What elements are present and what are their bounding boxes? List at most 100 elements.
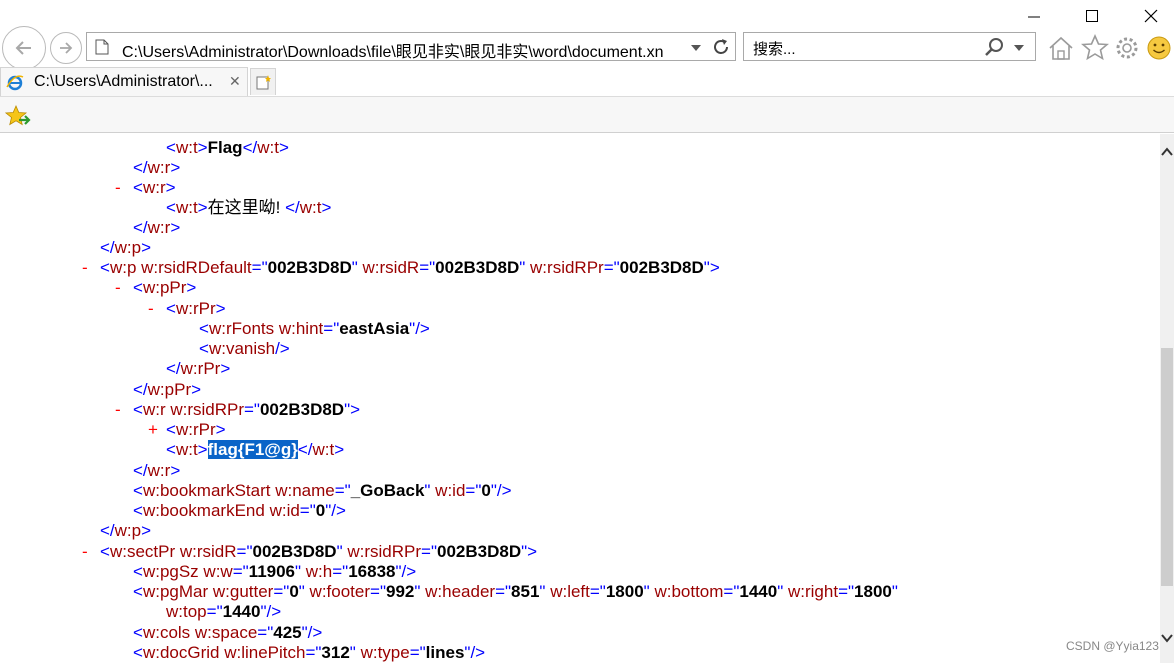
xml-token: </ bbox=[133, 461, 148, 480]
xml-token: 0 bbox=[289, 582, 299, 601]
xml-token: > bbox=[197, 440, 208, 459]
scroll-up-icon[interactable] bbox=[1161, 146, 1173, 156]
xml-token: w:r bbox=[147, 461, 171, 480]
xml-token: " bbox=[424, 481, 436, 500]
back-button[interactable] bbox=[2, 26, 46, 70]
xml-token: =" bbox=[603, 258, 620, 277]
minimize-button[interactable] bbox=[1020, 4, 1048, 28]
xml-token: w:type bbox=[360, 643, 410, 662]
xml-token: w:t bbox=[175, 440, 198, 459]
xml-token: =" bbox=[838, 582, 855, 601]
browser-tab[interactable]: C:\Users\Administrator\... ✕ bbox=[0, 67, 248, 96]
xml-token: " bbox=[539, 582, 551, 601]
tab-close-icon[interactable]: ✕ bbox=[229, 73, 241, 90]
smiley-feedback-icon[interactable] bbox=[1146, 35, 1172, 61]
scroll-down-icon[interactable] bbox=[1161, 634, 1173, 644]
xml-token: " bbox=[298, 582, 310, 601]
xml-token: 0 bbox=[481, 481, 491, 500]
xml-token: "> bbox=[703, 258, 720, 277]
xml-token: 992 bbox=[386, 582, 415, 601]
xml-token: < bbox=[133, 582, 143, 601]
xml-token: w:footer bbox=[309, 582, 371, 601]
xml-token: 1800 bbox=[854, 582, 892, 601]
search-icon[interactable] bbox=[984, 37, 1006, 57]
xml-token: w:bookmarkEnd bbox=[142, 501, 270, 520]
address-dropdown-icon[interactable] bbox=[691, 44, 701, 52]
xml-line: <w:t>flag{F1@g}</w:t> bbox=[166, 440, 344, 460]
forward-arrow-icon bbox=[60, 42, 73, 54]
xml-line: <w:rPr> bbox=[166, 420, 226, 440]
back-arrow-icon bbox=[15, 41, 31, 55]
xml-token: =" bbox=[236, 542, 253, 561]
search-box[interactable]: 搜索... bbox=[743, 32, 1036, 61]
xml-token: w:gutter bbox=[212, 582, 274, 601]
scrollbar-thumb[interactable] bbox=[1161, 348, 1173, 586]
xml-token: w:pgMar bbox=[142, 582, 213, 601]
address-text[interactable]: C:\Users\Administrator\Downloads\file\眼见… bbox=[122, 38, 664, 62]
xml-line: </w:r> bbox=[133, 461, 180, 481]
xml-line: </w:rPr> bbox=[166, 359, 230, 379]
xml-token: </ bbox=[133, 380, 148, 399]
xml-token: > bbox=[170, 218, 181, 237]
xml-token: < bbox=[133, 178, 143, 197]
close-window-button[interactable] bbox=[1137, 4, 1165, 28]
xml-token: w:t bbox=[299, 198, 322, 217]
xml-token: 002B3D8D bbox=[267, 258, 352, 277]
xml-token: < bbox=[166, 440, 176, 459]
xml-token: </ bbox=[166, 359, 181, 378]
xml-token: w:r bbox=[147, 158, 171, 177]
collapse-node-toggle[interactable]: - bbox=[148, 299, 154, 319]
home-icon[interactable] bbox=[1047, 35, 1075, 61]
xml-token: w:p bbox=[114, 521, 142, 540]
xml-token: =" bbox=[244, 400, 260, 419]
xml-token: < bbox=[133, 278, 143, 297]
xml-token: 002B3D8D bbox=[259, 400, 345, 419]
xml-token: w:linePitch bbox=[224, 643, 306, 662]
xml-line: </w:p> bbox=[100, 521, 151, 541]
collapse-node-toggle[interactable]: - bbox=[115, 400, 121, 420]
xml-line: <w:vanish/> bbox=[199, 339, 290, 359]
xml-token: lines bbox=[425, 643, 465, 662]
collapse-node-toggle[interactable]: - bbox=[115, 178, 121, 198]
xml-token: w:rsidR bbox=[179, 542, 237, 561]
xml-token: > bbox=[170, 461, 181, 480]
new-tab-button[interactable] bbox=[250, 68, 276, 95]
xml-token: "> bbox=[521, 542, 538, 561]
collapse-node-toggle[interactable]: - bbox=[115, 278, 121, 298]
xml-token: /> bbox=[275, 339, 290, 358]
search-dropdown-icon[interactable] bbox=[1014, 44, 1024, 52]
collapse-node-toggle[interactable]: - bbox=[82, 542, 88, 562]
maximize-button[interactable] bbox=[1078, 4, 1106, 28]
minimize-icon bbox=[1028, 16, 1040, 18]
xml-token: 002B3D8D bbox=[435, 258, 520, 277]
xml-token: "/> bbox=[301, 623, 323, 642]
collapse-node-toggle[interactable]: - bbox=[82, 258, 88, 278]
xml-token: " bbox=[295, 562, 306, 581]
xml-token: " bbox=[414, 582, 426, 601]
xml-token: =" bbox=[305, 643, 322, 662]
forward-button[interactable] bbox=[50, 32, 82, 64]
xml-line: <w:pPr> bbox=[133, 278, 196, 298]
expand-node-toggle[interactable]: + bbox=[148, 420, 158, 440]
xml-token: w:name bbox=[275, 481, 335, 500]
xml-token: 312 bbox=[321, 643, 350, 662]
search-input[interactable]: 搜索... bbox=[753, 38, 796, 59]
settings-gear-icon[interactable] bbox=[1114, 35, 1140, 61]
xml-token: w:header bbox=[425, 582, 496, 601]
xml-token: "/> bbox=[464, 643, 486, 662]
xml-token: =" bbox=[332, 562, 349, 581]
xml-token: 002B3D8D bbox=[619, 258, 704, 277]
xml-token: w:r bbox=[142, 400, 171, 419]
refresh-icon[interactable] bbox=[711, 37, 731, 57]
xml-line: <w:t>Flag</w:t> bbox=[166, 138, 289, 158]
xml-token: < bbox=[166, 138, 176, 157]
xml-token: < bbox=[133, 501, 143, 520]
xml-token: =" bbox=[232, 562, 249, 581]
address-bar[interactable]: C:\Users\Administrator\Downloads\file\眼见… bbox=[86, 32, 736, 61]
xml-token: < bbox=[133, 481, 143, 500]
xml-token: =" bbox=[273, 582, 290, 601]
add-to-favorites-bar-icon[interactable] bbox=[5, 105, 31, 127]
favorites-star-icon[interactable] bbox=[1081, 34, 1109, 62]
xml-token: w:p bbox=[109, 258, 142, 277]
xml-token: 002B3D8D bbox=[437, 542, 522, 561]
